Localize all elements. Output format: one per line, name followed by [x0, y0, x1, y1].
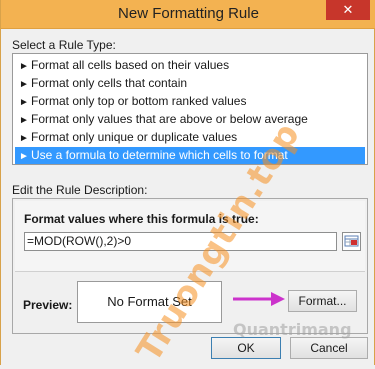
cancel-button[interactable]: Cancel	[290, 337, 368, 359]
new-formatting-rule-dialog: New Formatting Rule ✕ Select a Rule Type…	[0, 0, 375, 369]
watermark-small-text: Quantrimang	[233, 320, 352, 339]
ok-button[interactable]: OK	[211, 337, 281, 359]
